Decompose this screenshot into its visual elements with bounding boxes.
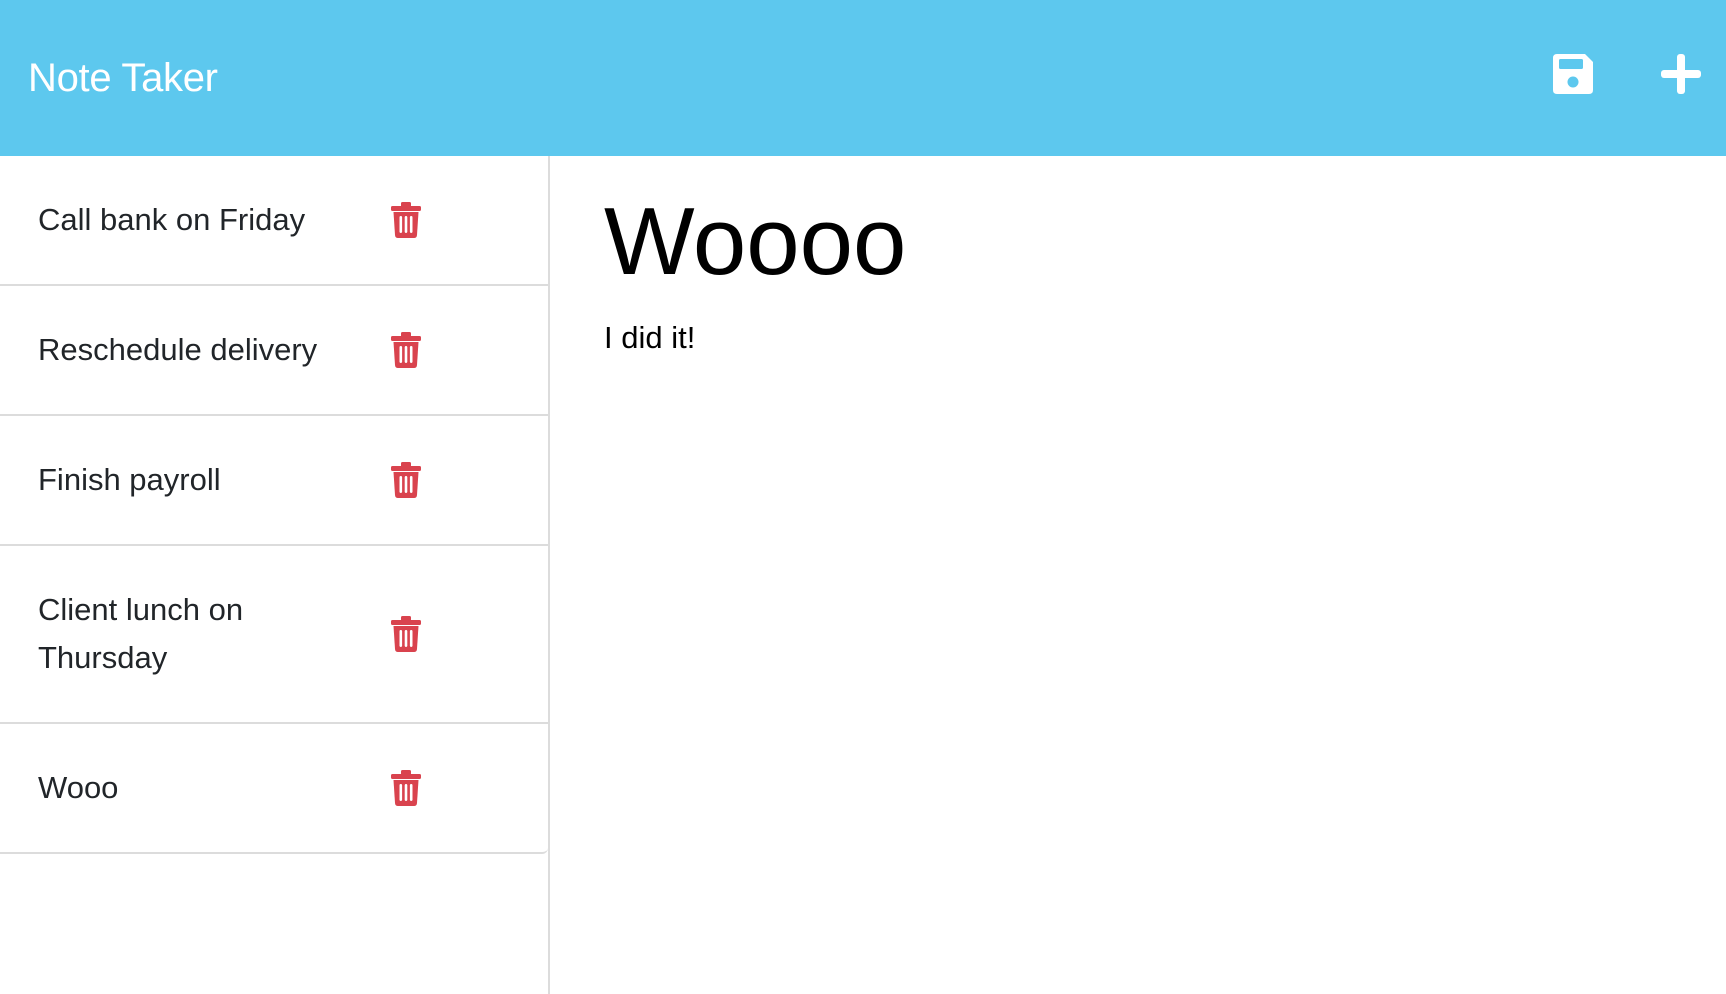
note-item[interactable]: Call bank on Friday bbox=[0, 156, 548, 284]
delete-note-trash-icon[interactable] bbox=[390, 331, 422, 369]
note-title: Reschedule delivery bbox=[38, 332, 318, 367]
note-item[interactable]: Client lunch on Thursday bbox=[0, 544, 548, 722]
notes-sidebar: Call bank on Friday Reschedule delivery bbox=[0, 156, 550, 994]
note-title: Finish payroll bbox=[38, 462, 221, 497]
app-title[interactable]: Note Taker bbox=[28, 52, 218, 104]
trash-icon bbox=[391, 332, 421, 368]
new-note-icon[interactable] bbox=[1657, 50, 1705, 98]
save-note-icon[interactable] bbox=[1549, 50, 1597, 98]
delete-note-trash-icon[interactable] bbox=[390, 461, 422, 499]
note-title-field[interactable]: Woooo bbox=[604, 182, 1604, 302]
note-list: Call bank on Friday Reschedule delivery bbox=[0, 156, 548, 854]
trash-icon bbox=[391, 462, 421, 498]
delete-note-trash-icon[interactable] bbox=[390, 769, 422, 807]
navbar: Note Taker bbox=[0, 0, 1726, 156]
delete-note-trash-icon[interactable] bbox=[390, 615, 422, 653]
trash-icon bbox=[391, 770, 421, 806]
save-icon bbox=[1553, 54, 1593, 94]
note-title: Wooo bbox=[38, 770, 119, 805]
delete-note-trash-icon[interactable] bbox=[390, 201, 422, 239]
note-item[interactable]: Reschedule delivery bbox=[0, 284, 548, 414]
note-item[interactable]: Finish payroll bbox=[0, 414, 548, 544]
note-item[interactable]: Wooo bbox=[0, 722, 548, 852]
note-title: Client lunch on Thursday bbox=[38, 592, 244, 675]
trash-icon bbox=[391, 616, 421, 652]
note-text-field[interactable]: I did it! bbox=[604, 314, 1604, 362]
plus-icon bbox=[1661, 54, 1701, 94]
note-title: Call bank on Friday bbox=[38, 202, 306, 237]
trash-icon bbox=[391, 202, 421, 238]
note-editor: Woooo I did it! bbox=[552, 156, 1726, 994]
